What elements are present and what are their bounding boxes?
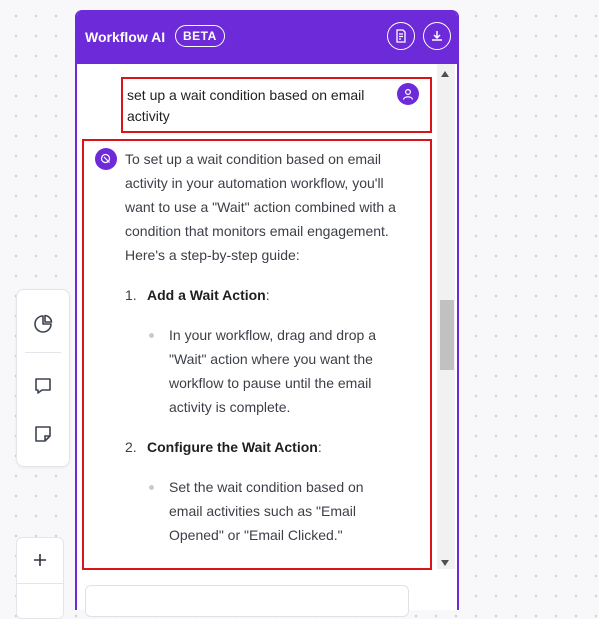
bullet-dot (149, 485, 154, 490)
bullet-dot (149, 333, 154, 338)
ai-avatar-icon (95, 148, 117, 170)
user-message-text: set up a wait condition based on email a… (127, 87, 365, 124)
scroll-up-icon[interactable] (441, 71, 449, 77)
step-item: 1. Add a Wait Action: (125, 283, 405, 307)
ai-message: To set up a wait condition based on emai… (82, 139, 432, 570)
beta-badge: BETA (175, 25, 225, 47)
panel-header: Workflow AI BETA (77, 10, 457, 64)
panel-title: Workflow AI (85, 29, 166, 45)
step-title-suffix: : (265, 287, 270, 303)
document-icon[interactable] (387, 22, 415, 50)
user-avatar-icon (397, 83, 419, 105)
step-title: Configure the Wait Action (147, 439, 318, 455)
step-item: 2. Configure the Wait Action: (125, 435, 405, 459)
scroll-down-icon[interactable] (441, 560, 449, 566)
plus-icon[interactable] (17, 538, 63, 582)
chat-input[interactable] (85, 585, 409, 617)
pie-chart-icon[interactable] (29, 310, 57, 338)
zoom-controls (16, 537, 64, 619)
step-title-suffix: : (317, 439, 322, 455)
comment-icon[interactable] (29, 372, 57, 400)
step-bullet: Set the wait condition based on email ac… (125, 475, 379, 547)
scroll-thumb[interactable] (440, 300, 454, 370)
canvas-toolbar (16, 289, 70, 467)
step-title: Add a Wait Action (147, 287, 266, 303)
user-message: set up a wait condition based on email a… (121, 77, 432, 133)
step-bullet-text: Set the wait condition based on email ac… (169, 479, 364, 543)
step-bullet: In your workflow, drag and drop a "Wait"… (125, 323, 379, 419)
zoom-divider (17, 583, 63, 584)
ai-intro-text: To set up a wait condition based on emai… (125, 151, 396, 263)
toolbar-divider (25, 352, 61, 353)
step-number: 2. (125, 439, 137, 455)
sticky-note-icon[interactable] (29, 420, 57, 448)
step-number: 1. (125, 287, 137, 303)
download-icon[interactable] (423, 22, 451, 50)
chat-scrollbar[interactable] (437, 64, 455, 569)
ai-message-body: To set up a wait condition based on emai… (125, 147, 405, 563)
step-bullet-text: In your workflow, drag and drop a "Wait"… (169, 327, 377, 415)
